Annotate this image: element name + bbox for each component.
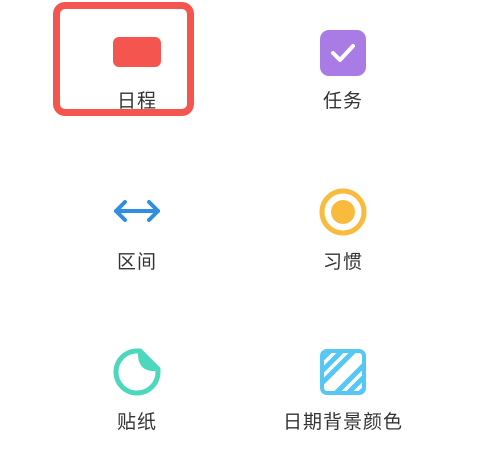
sticker-item[interactable]: 贴纸 [17, 320, 257, 470]
task-label: 任务 [322, 90, 363, 112]
range-item[interactable]: 区间 [17, 160, 257, 310]
sticker-icon [113, 348, 161, 396]
habit-circle-icon [319, 188, 367, 236]
sticker-label: 贴纸 [116, 411, 157, 433]
date-background-color-item[interactable]: 日期背景颜色 [223, 320, 463, 470]
date-background-color-icon [320, 349, 366, 395]
task-checkbox-icon [320, 30, 366, 76]
date-background-color-label: 日期背景颜色 [282, 411, 403, 433]
habit-label: 习惯 [322, 251, 363, 273]
habit-item[interactable]: 习惯 [223, 160, 463, 310]
range-arrows-icon [114, 200, 160, 222]
selection-highlight [53, 2, 194, 116]
task-item[interactable]: 任务 [223, 0, 463, 150]
range-label: 区间 [116, 251, 157, 273]
